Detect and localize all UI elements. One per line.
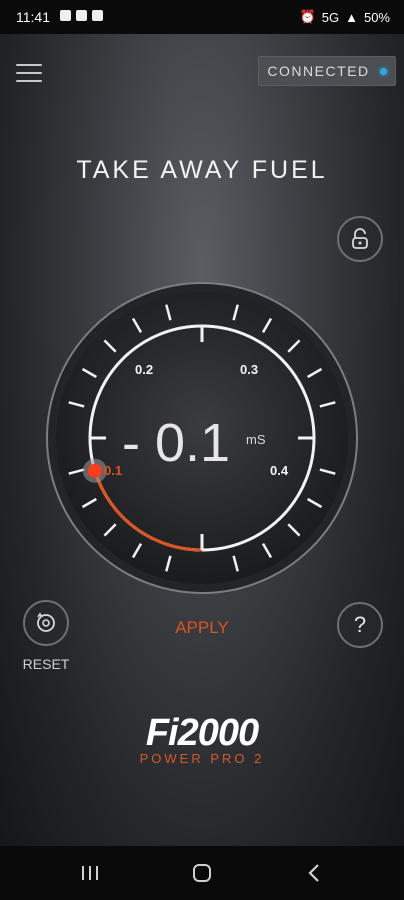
tick-label-0.4: 0.4 bbox=[270, 463, 289, 478]
alarm-icon: ⏰ bbox=[299, 9, 316, 24]
lock-notification-icon bbox=[60, 10, 71, 21]
system-status: ⏰ 5G ▲ 50% bbox=[300, 9, 390, 25]
reset-label: RESET bbox=[22, 656, 70, 672]
reset-button[interactable] bbox=[23, 600, 69, 646]
logo-subtitle: POWER PRO 2 bbox=[139, 751, 265, 766]
app-screen: 11:41 ⏰ 5G ▲ 50% CONNECTED TAKE AWAY FUE… bbox=[0, 0, 404, 900]
gauge-knob[interactable] bbox=[87, 463, 102, 478]
battery-label: 50% bbox=[363, 9, 390, 25]
tick-label-0.2: 0.2 bbox=[135, 362, 154, 377]
status-time: 11:41 bbox=[16, 9, 50, 25]
lock-icon bbox=[352, 228, 368, 249]
back-icon[interactable] bbox=[294, 860, 334, 886]
menu-icon[interactable] bbox=[16, 64, 42, 84]
brand-logo: Fi2000 POWER PRO 2 bbox=[0, 712, 404, 766]
gauge-value: - 0.1 bbox=[122, 413, 231, 473]
qr-notification-icon bbox=[76, 10, 87, 21]
tick-label-0.3: 0.3 bbox=[240, 362, 259, 377]
connection-status-label: CONNECTED bbox=[267, 63, 370, 79]
help-icon: ? bbox=[353, 612, 367, 637]
apply-button[interactable]: APPLY bbox=[160, 618, 244, 638]
notification-icons bbox=[60, 10, 103, 21]
reset-icon bbox=[37, 612, 55, 632]
lock-button[interactable] bbox=[337, 216, 383, 262]
android-nav-bar bbox=[0, 846, 404, 900]
recents-icon[interactable] bbox=[70, 860, 110, 886]
help-button[interactable]: ? bbox=[337, 602, 383, 648]
image-notification-icon bbox=[92, 10, 103, 21]
network-label: 5G bbox=[321, 9, 340, 25]
logo-text: Fi2000 bbox=[145, 712, 259, 754]
connection-status-badge: CONNECTED bbox=[258, 56, 396, 86]
page-title: TAKE AWAY FUEL bbox=[76, 156, 328, 184]
gauge-unit: mS bbox=[246, 432, 266, 447]
connection-indicator-dot bbox=[379, 67, 387, 75]
home-icon[interactable] bbox=[182, 860, 222, 886]
tick-label-0.1: 0.1 bbox=[104, 463, 123, 478]
signal-icon: ▲ bbox=[345, 9, 358, 25]
status-bar: 11:41 ⏰ 5G ▲ 50% bbox=[0, 0, 404, 34]
